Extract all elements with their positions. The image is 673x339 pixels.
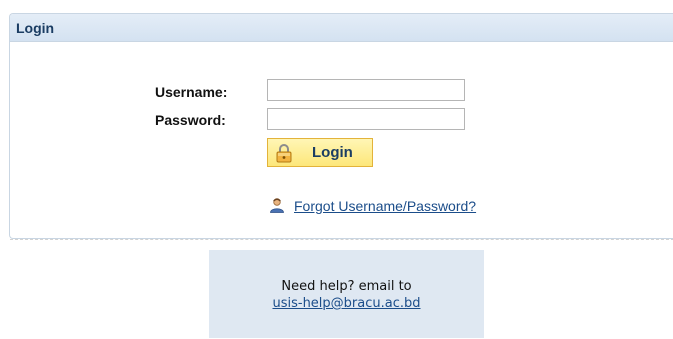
panel-divider	[10, 239, 673, 240]
username-input[interactable]	[267, 79, 465, 101]
lock-icon	[275, 143, 293, 163]
login-panel-header: Login	[10, 14, 673, 42]
help-email-link[interactable]: usis-help@bracu.ac.bd	[209, 296, 484, 311]
login-button-label: Login	[312, 144, 353, 161]
user-icon	[269, 197, 285, 213]
login-button[interactable]: Login	[267, 138, 373, 167]
username-label: Username:	[155, 84, 228, 100]
help-box: Need help? email to usis-help@bracu.ac.b…	[209, 250, 484, 338]
login-panel: Login Username: Password: Login Forgot U…	[9, 13, 673, 240]
forgot-credentials-link[interactable]: Forgot Username/Password?	[294, 198, 476, 214]
password-label: Password:	[155, 112, 226, 128]
login-panel-title: Login	[16, 20, 55, 36]
password-input[interactable]	[267, 108, 465, 130]
help-text: Need help? email to	[281, 279, 412, 294]
